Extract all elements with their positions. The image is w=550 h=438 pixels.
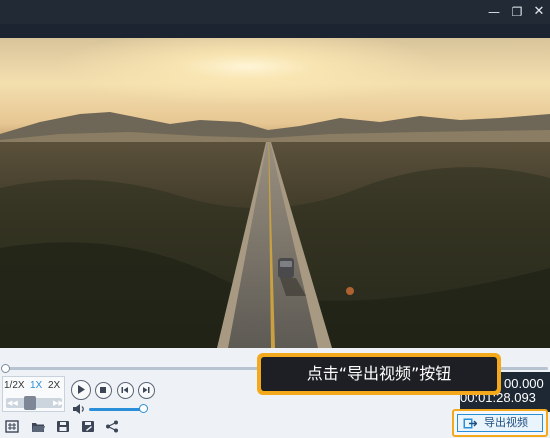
speed-slower-icon[interactable]: ◀◀ <box>7 398 18 408</box>
stop-button[interactable] <box>95 382 112 399</box>
hint-callout: 点击“导出视频”按钮 <box>257 353 501 395</box>
export-button-label: 导出视频 <box>484 416 528 429</box>
volume-icon[interactable] <box>72 403 86 415</box>
snapshot-icon[interactable] <box>5 420 19 433</box>
speed-faster-icon[interactable]: ▶▶ <box>53 398 64 408</box>
export-button-face[interactable]: 导出视频 <box>457 414 543 432</box>
speed-2x-option[interactable]: 2X <box>48 380 60 392</box>
video-frame-image <box>0 38 550 348</box>
share-icon[interactable] <box>105 420 119 433</box>
prev-frame-icon <box>121 387 128 393</box>
play-button[interactable] <box>71 380 91 400</box>
play-icon <box>78 385 85 394</box>
open-folder-icon[interactable] <box>31 420 45 433</box>
next-frame-button[interactable] <box>138 382 155 399</box>
stop-icon <box>100 387 106 393</box>
maximize-icon[interactable]: ❐ <box>508 3 526 21</box>
speed-slider-thumb[interactable] <box>24 396 36 410</box>
minimize-icon[interactable]: — <box>485 3 503 21</box>
save-icon[interactable] <box>56 420 70 433</box>
save-as-icon[interactable] <box>81 420 95 433</box>
next-frame-icon <box>143 387 150 393</box>
prev-frame-button[interactable] <box>117 382 134 399</box>
export-icon <box>463 418 477 429</box>
speed-1x-option[interactable]: 1X <box>30 380 42 392</box>
volume-knob[interactable] <box>139 404 148 413</box>
hint-text: 点击“导出视频”按钮 <box>261 357 497 391</box>
close-icon[interactable]: ✕ <box>530 3 548 21</box>
speed-half-option[interactable]: 1/2X <box>4 380 25 392</box>
title-bar: — ❐ ✕ <box>0 0 550 24</box>
current-time: 00.000 <box>504 376 544 391</box>
volume-slider[interactable] <box>89 408 146 411</box>
top-spacer <box>0 24 550 38</box>
video-preview[interactable] <box>0 38 550 348</box>
timeline-knob[interactable] <box>1 364 10 373</box>
export-video-button[interactable]: 导出视频 <box>452 409 548 437</box>
